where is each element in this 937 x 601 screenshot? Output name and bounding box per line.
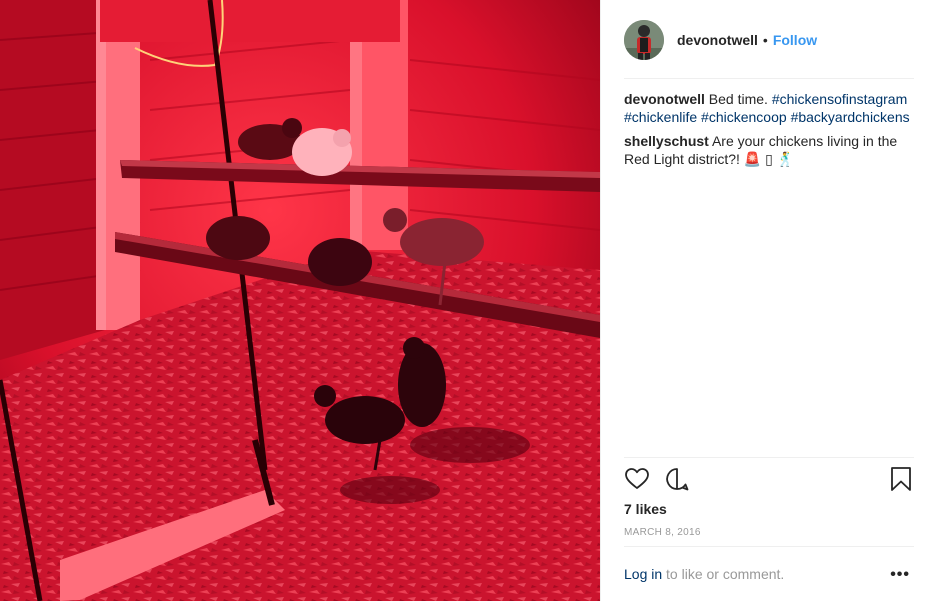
comment-username[interactable]: devonotwell (624, 91, 705, 107)
profile-picture (624, 20, 664, 60)
hashtag-link[interactable]: #chickensofinstagram (772, 91, 907, 107)
comment-text: Bed time. (708, 91, 768, 107)
post-date: MARCH 8, 2016 (624, 527, 701, 538)
comment-bubble-icon[interactable] (664, 466, 690, 497)
caption-comment: devonotwell Bed time. #chickensofinstagr… (624, 90, 919, 126)
header-separator: • (762, 32, 768, 48)
author-username[interactable]: devonotwell (677, 32, 758, 48)
comment-list: devonotwell Bed time. #chickensofinstagr… (624, 90, 919, 174)
login-prompt: Log in to like or comment. (624, 566, 784, 582)
like-count[interactable]: 7 likes (624, 501, 667, 517)
post-photo[interactable] (0, 0, 600, 601)
comment-username[interactable]: shellyschust (624, 133, 709, 149)
avatar[interactable] (624, 20, 664, 60)
hashtag-link[interactable]: #backyardchickens (791, 109, 910, 125)
more-options-icon[interactable]: ••• (890, 566, 910, 584)
post-sidebar: devonotwell • Follow devonotwell Bed tim… (600, 0, 937, 601)
follow-button[interactable]: Follow (773, 32, 817, 48)
action-bar (624, 466, 916, 494)
post-header: devonotwell • Follow (624, 18, 914, 62)
divider (624, 546, 914, 547)
chicken-coop-photo (0, 0, 600, 601)
divider (624, 457, 914, 458)
reply-comment: shellyschust Are your chickens living in… (624, 132, 919, 168)
bookmark-icon[interactable] (890, 466, 912, 497)
hashtag-link[interactable]: #chickenlife (624, 109, 697, 125)
hashtag-link[interactable]: #chickencoop (701, 109, 787, 125)
instagram-post: devonotwell • Follow devonotwell Bed tim… (0, 0, 937, 601)
login-prompt-text: to like or comment. (662, 566, 785, 582)
heart-icon[interactable] (624, 466, 650, 497)
divider (624, 78, 914, 79)
login-link[interactable]: Log in (624, 566, 662, 582)
